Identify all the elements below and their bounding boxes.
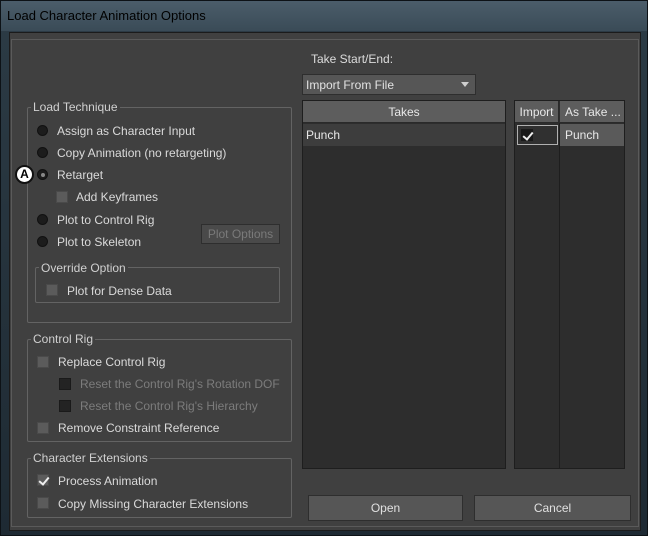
radio-plot-control-rig-label: Plot to Control Rig: [57, 213, 155, 227]
dialog-window: Load Character Animation Options Take St…: [0, 0, 648, 536]
add-keyframes-label: Add Keyframes: [76, 190, 159, 204]
reset-hierarchy-checkbox[interactable]: [59, 400, 71, 412]
reset-rotation-label: Reset the Control Rig's Rotation DOF: [80, 377, 280, 391]
chevron-down-icon: [461, 82, 469, 87]
cancel-button[interactable]: Cancel: [474, 495, 631, 521]
radio-retarget[interactable]: [37, 169, 48, 180]
title-bar[interactable]: Load Character Animation Options: [1, 1, 647, 31]
radio-copy-animation[interactable]: [37, 147, 48, 158]
character-extensions-title: Character Extensions: [31, 451, 150, 465]
takes-row-punch[interactable]: Punch: [303, 124, 505, 146]
radio-assign-input-label: Assign as Character Input: [57, 124, 196, 138]
import-list[interactable]: Import As Take ... Punch: [514, 100, 625, 469]
takes-list[interactable]: Takes Punch: [302, 100, 506, 469]
override-option-title: Override Option: [39, 261, 128, 275]
copy-missing-extensions-checkbox[interactable]: [37, 497, 49, 509]
take-start-end-dropdown[interactable]: Import From File: [302, 74, 476, 95]
import-cell[interactable]: [517, 125, 558, 145]
radio-assign-input[interactable]: [37, 125, 48, 136]
copy-missing-extensions-label: Copy Missing Character Extensions: [58, 497, 249, 511]
radio-plot-skeleton-label: Plot to Skeleton: [57, 235, 142, 249]
column-divider: [559, 123, 560, 469]
open-button[interactable]: Open: [308, 495, 463, 521]
replace-control-rig-label: Replace Control Rig: [58, 355, 166, 369]
plot-options-button[interactable]: Plot Options: [201, 224, 280, 244]
remove-constraint-checkbox[interactable]: [37, 422, 49, 434]
take-start-end-value: Import From File: [306, 78, 395, 92]
remove-constraint-label: Remove Constraint Reference: [58, 421, 220, 435]
radio-retarget-label: Retarget: [57, 168, 104, 182]
load-technique-title: Load Technique: [31, 100, 120, 114]
process-animation-label: Process Animation: [58, 474, 158, 488]
import-column-header[interactable]: Import: [515, 101, 559, 123]
control-rig-title: Control Rig: [31, 332, 96, 346]
import-checkbox[interactable]: [521, 129, 533, 141]
radio-copy-animation-label: Copy Animation (no retargeting): [57, 146, 227, 160]
as-take-row-punch[interactable]: Punch: [560, 124, 624, 146]
callout-marker: A: [15, 165, 34, 184]
radio-plot-control-rig[interactable]: [37, 214, 48, 225]
reset-hierarchy-label: Reset the Control Rig's Hierarchy: [80, 399, 258, 413]
process-animation-checkbox[interactable]: [37, 474, 49, 486]
window-title: Load Character Animation Options: [7, 8, 206, 23]
radio-plot-skeleton[interactable]: [37, 236, 48, 247]
reset-rotation-checkbox[interactable]: [59, 378, 71, 390]
add-keyframes-checkbox[interactable]: [56, 191, 68, 203]
replace-control-rig-checkbox[interactable]: [37, 356, 49, 368]
take-start-end-label: Take Start/End:: [311, 52, 394, 66]
plot-dense-data-checkbox[interactable]: [46, 284, 58, 296]
plot-dense-data-label: Plot for Dense Data: [67, 284, 172, 298]
as-take-column-header[interactable]: As Take ...: [560, 101, 624, 123]
takes-header[interactable]: Takes: [303, 101, 505, 123]
